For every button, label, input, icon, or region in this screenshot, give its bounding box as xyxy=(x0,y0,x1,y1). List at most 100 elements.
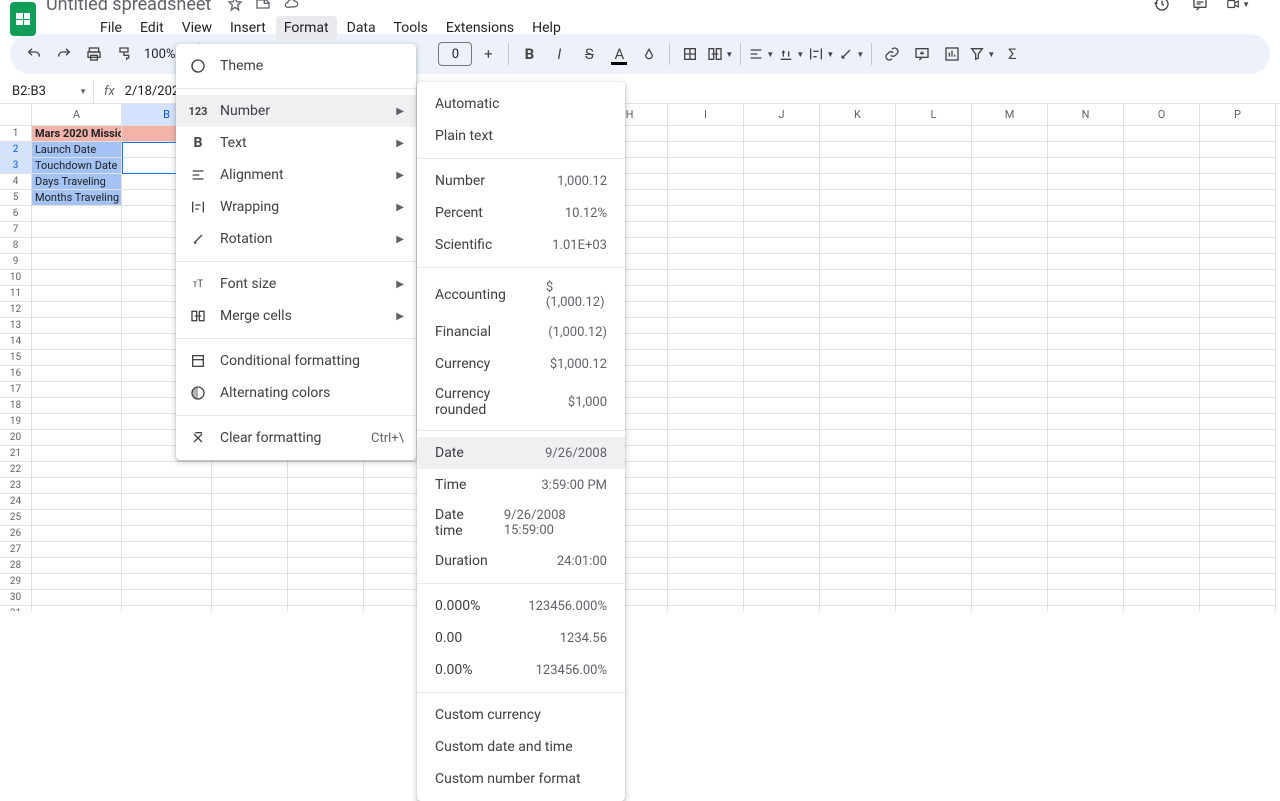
cell-O30[interactable] xyxy=(1124,590,1200,606)
cell-P25[interactable] xyxy=(1200,510,1276,526)
number-format-percent[interactable]: Percent10.12% xyxy=(417,197,625,229)
cell-N8[interactable] xyxy=(1048,238,1124,254)
cell-K23[interactable] xyxy=(820,478,896,494)
cell-P15[interactable] xyxy=(1200,350,1276,366)
cell-K11[interactable] xyxy=(820,286,896,302)
cell-K18[interactable] xyxy=(820,398,896,414)
row-header-31[interactable]: 31 xyxy=(0,606,32,611)
cell-A21[interactable] xyxy=(32,446,122,462)
cell-A30[interactable] xyxy=(32,590,122,606)
cell-B22[interactable] xyxy=(122,462,212,478)
cell-K2[interactable] xyxy=(820,142,896,158)
row-header-22[interactable]: 22 xyxy=(0,462,32,478)
cell-K30[interactable] xyxy=(820,590,896,606)
cell-L9[interactable] xyxy=(896,254,972,270)
cell-A18[interactable] xyxy=(32,398,122,414)
cell-K10[interactable] xyxy=(820,270,896,286)
cell-M18[interactable] xyxy=(972,398,1048,414)
cell-A11[interactable] xyxy=(32,286,122,302)
cell-N6[interactable] xyxy=(1048,206,1124,222)
cell-N27[interactable] xyxy=(1048,542,1124,558)
cell-B25[interactable] xyxy=(122,510,212,526)
cell-A19[interactable] xyxy=(32,414,122,430)
cell-L26[interactable] xyxy=(896,526,972,542)
cell-O13[interactable] xyxy=(1124,318,1200,334)
cell-I16[interactable] xyxy=(668,366,744,382)
functions-icon[interactable]: Σ xyxy=(998,40,1026,68)
cell-J31[interactable] xyxy=(744,606,820,611)
cell-O2[interactable] xyxy=(1124,142,1200,158)
cell-P5[interactable] xyxy=(1200,190,1276,206)
cell-O26[interactable] xyxy=(1124,526,1200,542)
row-header-21[interactable]: 21 xyxy=(0,446,32,462)
cell-N17[interactable] xyxy=(1048,382,1124,398)
number-format-accounting[interactable]: Accounting$ (1,000.12) xyxy=(417,274,625,316)
cell-D29[interactable] xyxy=(288,574,364,590)
cell-O18[interactable] xyxy=(1124,398,1200,414)
cell-L28[interactable] xyxy=(896,558,972,574)
cell-I23[interactable] xyxy=(668,478,744,494)
cell-K25[interactable] xyxy=(820,510,896,526)
cell-J20[interactable] xyxy=(744,430,820,446)
cell-N19[interactable] xyxy=(1048,414,1124,430)
cell-M29[interactable] xyxy=(972,574,1048,590)
cell-L17[interactable] xyxy=(896,382,972,398)
fill-color-icon[interactable] xyxy=(635,40,663,68)
cell-J4[interactable] xyxy=(744,174,820,190)
row-header-12[interactable]: 12 xyxy=(0,302,32,318)
cell-M8[interactable] xyxy=(972,238,1048,254)
cell-P21[interactable] xyxy=(1200,446,1276,462)
row-header-15[interactable]: 15 xyxy=(0,350,32,366)
cell-B24[interactable] xyxy=(122,494,212,510)
number-format-0-00-[interactable]: 0.00%123456.00% xyxy=(417,654,625,686)
cell-L30[interactable] xyxy=(896,590,972,606)
cell-K21[interactable] xyxy=(820,446,896,462)
cell-J1[interactable] xyxy=(744,126,820,142)
filter-icon[interactable]: ▼ xyxy=(968,40,996,68)
row-header-13[interactable]: 13 xyxy=(0,318,32,334)
cell-K28[interactable] xyxy=(820,558,896,574)
cell-J22[interactable] xyxy=(744,462,820,478)
cell-O31[interactable] xyxy=(1124,606,1200,611)
cell-K1[interactable] xyxy=(820,126,896,142)
cell-I22[interactable] xyxy=(668,462,744,478)
menu-number[interactable]: 123Number▶ xyxy=(176,95,416,127)
cell-I11[interactable] xyxy=(668,286,744,302)
cell-J19[interactable] xyxy=(744,414,820,430)
merge-icon[interactable]: ▼ xyxy=(706,40,734,68)
cell-L2[interactable] xyxy=(896,142,972,158)
cell-I13[interactable] xyxy=(668,318,744,334)
cell-B26[interactable] xyxy=(122,526,212,542)
cell-L23[interactable] xyxy=(896,478,972,494)
cloud-icon[interactable] xyxy=(281,0,301,14)
cell-D27[interactable] xyxy=(288,542,364,558)
cell-D22[interactable] xyxy=(288,462,364,478)
cell-L8[interactable] xyxy=(896,238,972,254)
cell-L13[interactable] xyxy=(896,318,972,334)
cell-I28[interactable] xyxy=(668,558,744,574)
history-icon[interactable] xyxy=(1150,0,1174,16)
cell-K17[interactable] xyxy=(820,382,896,398)
menu-rotation[interactable]: Rotation▶ xyxy=(176,223,416,255)
cell-P1[interactable] xyxy=(1200,126,1276,142)
cell-N31[interactable] xyxy=(1048,606,1124,611)
cell-O15[interactable] xyxy=(1124,350,1200,366)
cell-N16[interactable] xyxy=(1048,366,1124,382)
cell-K27[interactable] xyxy=(820,542,896,558)
cell-N18[interactable] xyxy=(1048,398,1124,414)
menu-edit[interactable]: Edit xyxy=(132,16,172,40)
cell-P31[interactable] xyxy=(1200,606,1276,611)
cell-O12[interactable] xyxy=(1124,302,1200,318)
row-header-27[interactable]: 27 xyxy=(0,542,32,558)
cell-K9[interactable] xyxy=(820,254,896,270)
cell-A9[interactable] xyxy=(32,254,122,270)
cell-J16[interactable] xyxy=(744,366,820,382)
number-format-financial[interactable]: Financial(1,000.12) xyxy=(417,316,625,348)
row-header-20[interactable]: 20 xyxy=(0,430,32,446)
cell-O19[interactable] xyxy=(1124,414,1200,430)
link-icon[interactable] xyxy=(878,40,906,68)
cell-K4[interactable] xyxy=(820,174,896,190)
cell-N2[interactable] xyxy=(1048,142,1124,158)
cell-J25[interactable] xyxy=(744,510,820,526)
cell-I25[interactable] xyxy=(668,510,744,526)
